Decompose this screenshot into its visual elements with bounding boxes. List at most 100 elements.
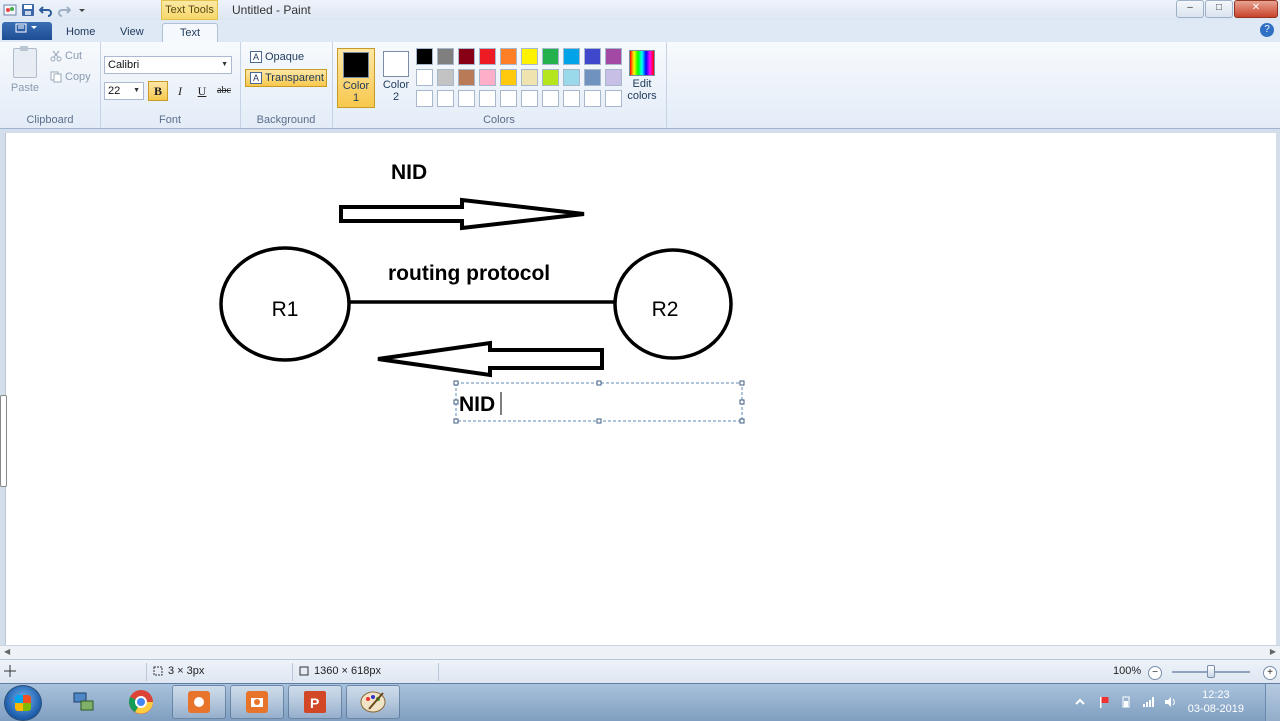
custom-color-swatch[interactable]: [500, 90, 517, 107]
transparent-icon: A: [250, 72, 262, 84]
network-signal-icon[interactable]: [1142, 696, 1154, 708]
custom-color-swatch[interactable]: [458, 90, 475, 107]
custom-color-swatch[interactable]: [605, 90, 622, 107]
drawing-canvas[interactable]: NID routing protocol R1 R2 NID: [5, 133, 1276, 645]
color-swatch[interactable]: [542, 48, 559, 65]
custom-color-swatch[interactable]: [437, 90, 454, 107]
opaque-label: Opaque: [265, 51, 305, 63]
selection-icon: [153, 666, 163, 676]
battery-icon[interactable]: [1120, 696, 1132, 708]
edit-colors-label-2: colors: [627, 90, 657, 102]
strikethrough-button[interactable]: abc: [214, 81, 234, 101]
custom-color-swatch[interactable]: [542, 90, 559, 107]
font-family-select[interactable]: Calibri ▼: [104, 56, 232, 74]
canvas-resize-handle[interactable]: [0, 395, 7, 487]
customize-qat-icon[interactable]: [74, 2, 90, 18]
maximize-button[interactable]: □: [1205, 0, 1233, 18]
selection-size-value: 3 × 3px: [168, 665, 205, 677]
color-swatch[interactable]: [563, 48, 580, 65]
action-center-flag-icon[interactable]: [1098, 696, 1110, 708]
close-button[interactable]: ✕: [1234, 0, 1278, 18]
color-swatch[interactable]: [416, 48, 433, 65]
right-arrow-shape: [339, 197, 585, 231]
image-size: 1360 × 618px: [298, 665, 381, 677]
color-swatch[interactable]: [416, 69, 433, 86]
custom-color-swatch[interactable]: [584, 90, 601, 107]
custom-color-swatch[interactable]: [563, 90, 580, 107]
color-swatch[interactable]: [521, 48, 538, 65]
edit-colors-button[interactable]: Edit colors: [624, 48, 660, 102]
taskbar-powerpoint[interactable]: P: [288, 685, 342, 719]
image-size-icon: [299, 666, 309, 676]
save-icon[interactable]: [20, 2, 36, 18]
camera-icon: [246, 691, 268, 713]
zoom-in-icon[interactable]: +: [1263, 666, 1277, 680]
redo-icon[interactable]: [56, 2, 72, 18]
color1-button[interactable]: Color 1: [337, 48, 375, 108]
color-swatch[interactable]: [458, 48, 475, 65]
volume-icon[interactable]: [1164, 696, 1176, 708]
color-swatch[interactable]: [500, 69, 517, 86]
tab-view[interactable]: View: [110, 23, 154, 42]
taskbar-clock[interactable]: 12:23 03-08-2019: [1188, 688, 1244, 716]
taskbar-network-app[interactable]: [56, 685, 110, 719]
taskbar-camera-app[interactable]: [230, 685, 284, 719]
color-swatch[interactable]: [584, 48, 601, 65]
paint-menu-button[interactable]: [2, 22, 52, 40]
taskbar-screen-recorder[interactable]: [172, 685, 226, 719]
taskbar-chrome[interactable]: [114, 685, 168, 719]
tab-text[interactable]: Text: [162, 23, 218, 43]
text-edit-box: [455, 382, 743, 422]
transparent-button[interactable]: A Transparent: [245, 69, 327, 87]
clock-time: 12:23: [1202, 689, 1230, 701]
zoom-out-icon[interactable]: −: [1148, 666, 1162, 680]
copy-button[interactable]: Copy: [50, 71, 91, 83]
clock-date: 03-08-2019: [1187, 703, 1244, 715]
show-hidden-icons-icon[interactable]: [1074, 696, 1086, 708]
scroll-right-icon[interactable]: ▶: [1270, 647, 1276, 656]
opaque-button[interactable]: A Opaque: [245, 48, 327, 66]
color-palette: [416, 48, 624, 109]
ribbon-tab-row: Home View Text ?: [0, 20, 1280, 43]
paste-button[interactable]: Paste: [10, 46, 40, 100]
color-swatch[interactable]: [479, 48, 496, 65]
color2-button[interactable]: Color 2: [377, 48, 415, 108]
color-swatch[interactable]: [605, 69, 622, 86]
scroll-left-icon[interactable]: ◀: [4, 647, 10, 656]
color-swatch[interactable]: [584, 69, 601, 86]
node-r2-label: R2: [652, 298, 679, 321]
tab-home[interactable]: Home: [56, 23, 105, 42]
cut-button[interactable]: Cut: [50, 50, 82, 62]
text-box-handles: [453, 380, 745, 424]
svg-text:P: P: [310, 695, 319, 711]
horizontal-scrollbar[interactable]: ◀ ▶: [0, 645, 1280, 660]
color-swatch[interactable]: [542, 69, 559, 86]
color-swatch[interactable]: [500, 48, 517, 65]
quick-access-toolbar: [2, 2, 90, 18]
zoom-slider-thumb[interactable]: [1207, 665, 1215, 678]
undo-icon[interactable]: [38, 2, 54, 18]
color-swatch[interactable]: [458, 69, 475, 86]
color-swatch[interactable]: [521, 69, 538, 86]
start-button[interactable]: [4, 685, 42, 721]
color-swatch[interactable]: [479, 69, 496, 86]
show-desktop-button[interactable]: [1265, 684, 1280, 721]
powerpoint-icon: P: [304, 691, 326, 713]
help-icon[interactable]: ?: [1260, 23, 1274, 37]
bold-button[interactable]: B: [148, 81, 168, 101]
minimize-button[interactable]: –: [1176, 0, 1204, 18]
paint-app-icon[interactable]: [2, 2, 18, 18]
node-r1-label: R1: [272, 298, 299, 321]
custom-color-swatch[interactable]: [416, 90, 433, 107]
underline-button[interactable]: U: [192, 81, 212, 101]
italic-button[interactable]: I: [170, 81, 190, 101]
color-spectrum-icon: [629, 50, 655, 76]
taskbar-paint[interactable]: [346, 685, 400, 719]
font-size-select[interactable]: 22 ▼: [104, 82, 144, 100]
custom-color-swatch[interactable]: [479, 90, 496, 107]
color-swatch[interactable]: [563, 69, 580, 86]
custom-color-swatch[interactable]: [521, 90, 538, 107]
color-swatch[interactable]: [605, 48, 622, 65]
color-swatch[interactable]: [437, 48, 454, 65]
color-swatch[interactable]: [437, 69, 454, 86]
